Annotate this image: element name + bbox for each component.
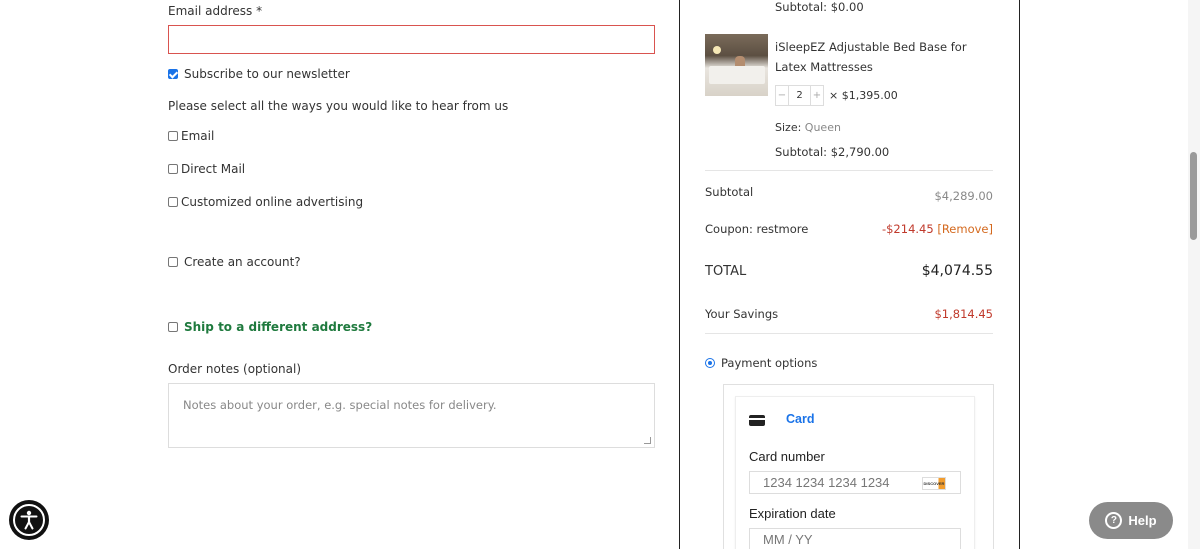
coupon-value: -$214.45 (881, 222, 934, 236)
card-number-placeholder: 1234 1234 1234 1234 (763, 475, 890, 490)
coupon-remove-link[interactable]: [Remove] (937, 222, 993, 236)
subtotal-label: Subtotal (705, 185, 754, 199)
expiration-placeholder: MM / YY (763, 532, 813, 547)
size-label: Size: (775, 121, 802, 134)
option-advertising-label: Customized online advertising (181, 195, 364, 209)
item-size: Size: Queen (775, 121, 841, 134)
size-value: Queen (804, 121, 841, 134)
hear-prompt: Please select all the ways you would lik… (168, 99, 509, 113)
product-name-line1: iSleepEZ Adjustable Bed Base for (775, 40, 967, 54)
credit-card-icon (749, 415, 765, 426)
create-account-checkbox[interactable] (168, 257, 178, 267)
coupon-row-value: -$214.45 [Remove] (882, 222, 993, 236)
ship-different-label[interactable]: Ship to a different address? (184, 320, 372, 334)
create-account-row[interactable]: Create an account? (168, 255, 301, 269)
qty-minus-button[interactable]: − (776, 90, 788, 101)
accessibility-icon (13, 504, 45, 536)
expiration-label: Expiration date (749, 506, 836, 521)
subtotal-value: $4,289.00 (934, 189, 993, 203)
help-icon: ? (1105, 512, 1123, 529)
option-direct-mail-label: Direct Mail (181, 162, 246, 176)
option-advertising-row[interactable]: Customized online advertising (168, 195, 363, 209)
option-email-label: Email (181, 129, 215, 143)
payment-options-row[interactable]: Payment options (705, 356, 817, 370)
qty-plus-button[interactable]: + (811, 90, 823, 101)
order-notes-label: Order notes (optional) (168, 362, 302, 376)
product-name-line2: Latex Mattresses (775, 60, 873, 74)
order-notes-textarea[interactable]: Notes about your order, e.g. special not… (168, 383, 655, 448)
total-value: $4,074.55 (921, 263, 993, 279)
payment-options-label: Payment options (721, 356, 818, 370)
tab-card[interactable]: Card (786, 412, 814, 426)
help-label: Help (1128, 513, 1157, 528)
order-notes-placeholder: Notes about your order, e.g. special not… (183, 398, 497, 412)
quantity-stepper[interactable]: − 2 + × $1,395.00 (775, 85, 898, 106)
option-email-row[interactable]: Email (168, 129, 214, 143)
accessibility-button[interactable] (9, 500, 49, 540)
payment-options-radio[interactable] (705, 358, 715, 368)
unit-price: × $1,395.00 (829, 89, 898, 102)
card-number-label: Card number (749, 449, 825, 464)
discover-card-icon: DISCOVER (922, 477, 946, 490)
total-label: TOTAL (705, 264, 747, 279)
qty-value[interactable]: 2 (788, 86, 811, 105)
expiration-input[interactable]: MM / YY (749, 528, 961, 549)
divider (705, 170, 993, 171)
previous-item-subtotal: Subtotal: $0.00 (775, 0, 864, 14)
create-account-label: Create an account? (184, 255, 301, 269)
help-button[interactable]: ? Help (1089, 502, 1173, 539)
email-label: Email address * (168, 4, 263, 18)
newsletter-label: Subscribe to our newsletter (184, 67, 350, 81)
option-direct-mail-row[interactable]: Direct Mail (168, 162, 245, 176)
option-direct-mail-checkbox[interactable] (168, 164, 178, 174)
scrollbar[interactable] (1188, 0, 1200, 549)
product-name[interactable]: iSleepEZ Adjustable Bed Base for Latex M… (775, 37, 967, 77)
coupon-label: Coupon: restmore (705, 222, 809, 236)
product-image (705, 34, 768, 96)
option-email-checkbox[interactable] (168, 131, 178, 141)
option-advertising-checkbox[interactable] (168, 197, 178, 207)
newsletter-checkbox[interactable] (168, 69, 178, 79)
resize-grip-icon[interactable] (644, 437, 651, 444)
item-subtotal: Subtotal: $2,790.00 (775, 145, 890, 159)
card-number-input[interactable]: 1234 1234 1234 1234 DISCOVER (749, 471, 961, 494)
savings-value: $1,814.45 (934, 307, 993, 321)
savings-label: Your Savings (705, 307, 779, 321)
email-input[interactable] (168, 25, 655, 54)
ship-different-row[interactable]: Ship to a different address? (168, 320, 372, 334)
newsletter-row[interactable]: Subscribe to our newsletter (168, 67, 350, 81)
ship-different-checkbox[interactable] (168, 322, 178, 332)
divider (705, 333, 993, 334)
scrollbar-thumb[interactable] (1190, 152, 1197, 240)
